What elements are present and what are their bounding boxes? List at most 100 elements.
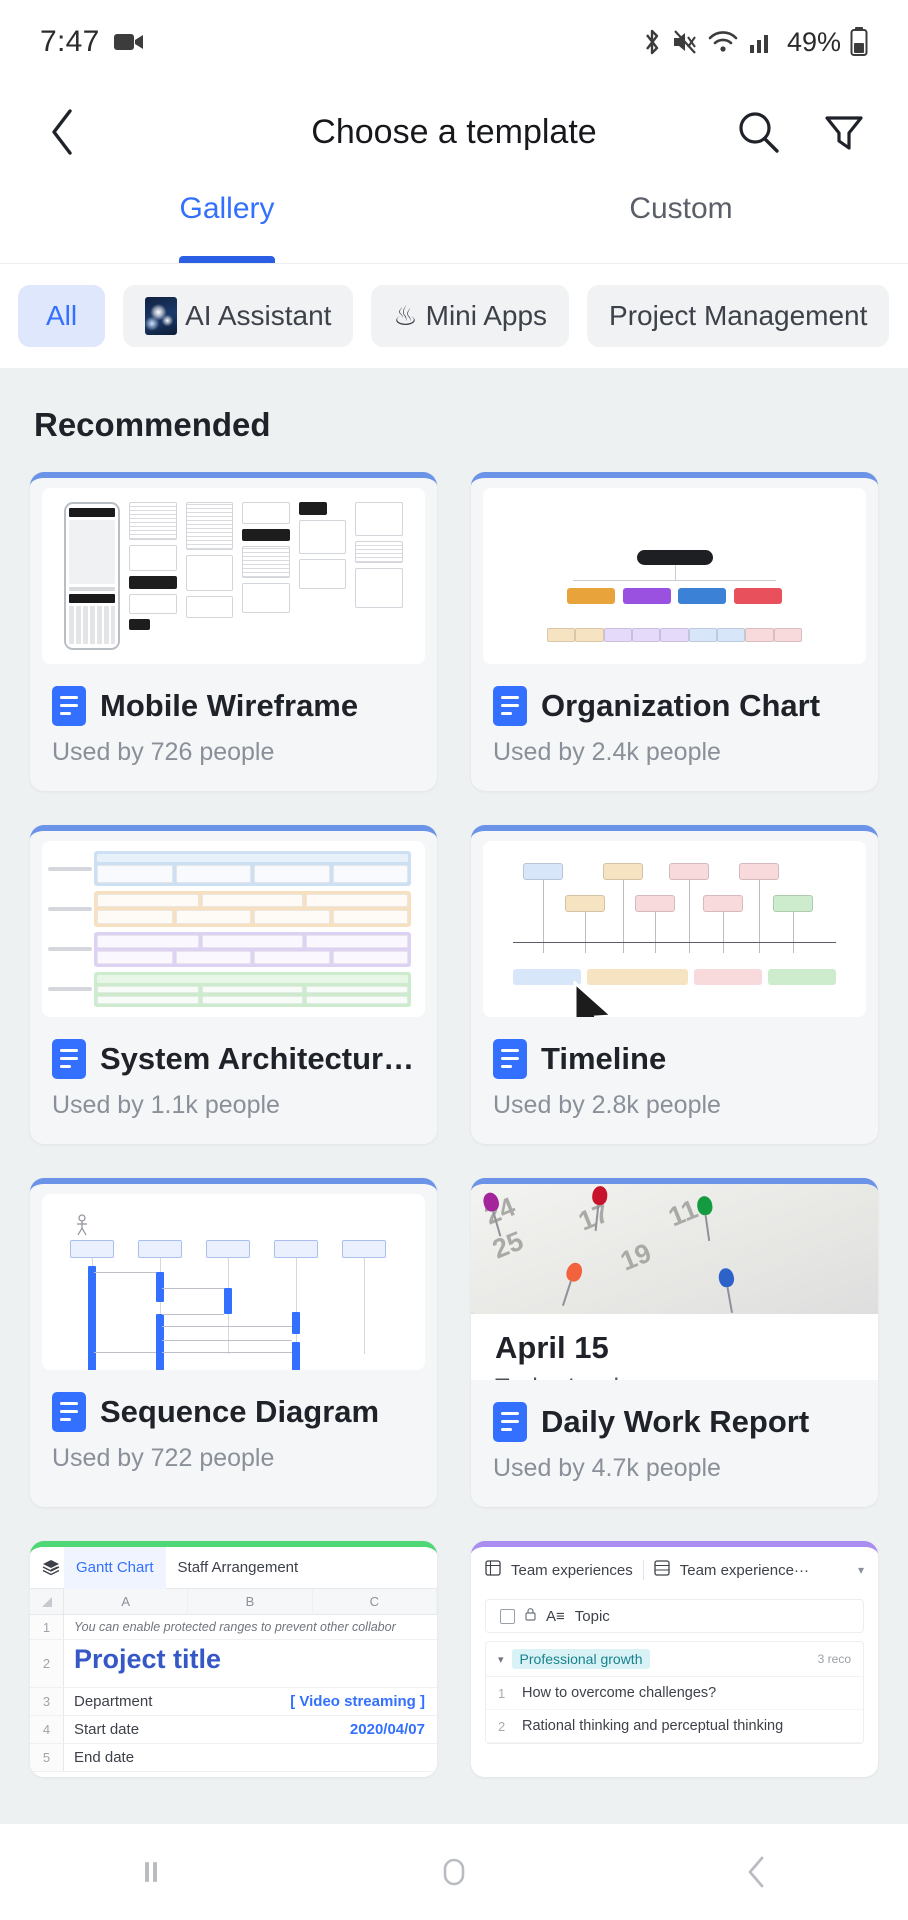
row-number: 2 <box>30 1640 64 1687</box>
row-number: 1 <box>498 1685 506 1701</box>
nav-back-button[interactable] <box>605 1850 908 1894</box>
card-usage-count: Used by 2.8k people <box>493 1091 721 1119</box>
grid-view-icon <box>485 1560 501 1580</box>
back-button[interactable] <box>36 105 90 159</box>
card-usage-count: Used by 726 people <box>52 738 275 766</box>
chip-ai-assistant-label: AI Assistant <box>185 300 332 331</box>
card-title: Organization Chart <box>541 688 821 723</box>
card-title: Timeline <box>541 1041 667 1076</box>
cell-value: [ Video streaming ] <box>290 1693 425 1710</box>
tab-custom-label: Custom <box>629 192 733 225</box>
base-group: ▾ Professional growth 3 reco 1 How to ov… <box>485 1641 864 1744</box>
table-row[interactable]: 1 How to overcome challenges? <box>486 1677 863 1710</box>
card-usage-count: Used by 1.1k people <box>52 1091 280 1119</box>
template-gallery-content[interactable]: Recommended Mobile Wireframe Used by 726… <box>0 368 908 1824</box>
mouse-cursor-icon <box>573 981 616 1017</box>
timeline-art <box>507 859 842 999</box>
base-tab-secondary[interactable]: Team experience··· <box>680 1562 809 1579</box>
daily-report-date: April 15 <box>495 1330 609 1365</box>
text-field-icon: A≡ <box>546 1607 565 1625</box>
chip-mini-apps[interactable]: ♨ Mini Apps <box>371 285 570 347</box>
collapse-caret-icon[interactable]: ▾ <box>498 1653 504 1666</box>
nav-back-icon <box>748 1856 764 1888</box>
home-icon <box>443 1858 465 1886</box>
filter-button[interactable] <box>816 104 872 160</box>
sheet-tab-gantt[interactable]: Gantt Chart <box>64 1547 166 1589</box>
status-bar-left: 7:47 <box>40 25 144 59</box>
table-row[interactable]: 2 Rational thinking and perceptual think… <box>486 1710 863 1743</box>
pushpin-green <box>696 1195 717 1241</box>
thumbnail-organization-chart <box>483 488 866 664</box>
template-card-system-architecture[interactable]: System Architecture ... Used by 1.1k peo… <box>30 825 437 1144</box>
chevron-down-icon[interactable]: ▾ <box>858 1563 864 1577</box>
select-all-corner[interactable] <box>30 1589 64 1614</box>
cellular-signal-icon <box>748 29 774 55</box>
template-card-mobile-wireframe[interactable]: Mobile Wireframe Used by 726 people <box>30 472 437 791</box>
org-chart-art <box>483 488 866 664</box>
cell-key: Start date <box>74 1721 140 1738</box>
chip-project-management-label: Project Management <box>609 300 868 331</box>
mute-icon <box>672 28 698 56</box>
tab-custom[interactable]: Custom <box>454 180 908 263</box>
thumbnail-mobile-wireframe <box>42 488 425 664</box>
sheet-tab-staff[interactable]: Staff Arrangement <box>166 1547 311 1589</box>
search-button[interactable] <box>730 104 786 160</box>
thumbnail-sequence-diagram <box>42 1194 425 1370</box>
field-name-topic: Topic <box>574 1607 610 1625</box>
category-chip-row[interactable]: All AI Assistant ♨ Mini Apps Project Man… <box>0 264 908 368</box>
hot-springs-icon: ♨ <box>393 300 418 331</box>
document-icon <box>493 1039 527 1079</box>
cell-project-title: Project title <box>74 1644 222 1674</box>
template-source-tabs: Gallery Custom <box>0 180 908 264</box>
chip-ai-assistant[interactable]: AI Assistant <box>123 285 354 347</box>
template-card-organization-chart[interactable]: Organization Chart Used by 2.4k people <box>471 472 878 791</box>
status-bar: 7:47 49% <box>0 0 908 84</box>
tab-gallery[interactable]: Gallery <box>0 180 454 263</box>
column-header-b: B <box>188 1589 313 1614</box>
filter-icon <box>825 116 863 150</box>
card-label-row: Sequence Diagram <box>30 1370 437 1432</box>
column-header-a: A <box>64 1589 189 1614</box>
app-bar-actions <box>730 104 872 160</box>
architecture-layer-labels <box>48 851 92 1007</box>
actor-stick-figure-icon <box>77 1214 87 1236</box>
chip-all[interactable]: All <box>18 285 106 347</box>
recents-button[interactable] <box>0 1852 303 1892</box>
card-title: System Architecture ... <box>100 1041 415 1076</box>
document-icon <box>493 1402 527 1442</box>
wifi-icon <box>707 29 739 55</box>
chip-project-management[interactable]: Project Management <box>587 285 890 347</box>
row-select-checkbox[interactable] <box>500 1608 515 1624</box>
system-navigation-bar <box>0 1824 908 1920</box>
template-card-team-experiences[interactable]: Team experiences Team experience··· ▾ A≡… <box>471 1541 878 1777</box>
group-header-row[interactable]: ▾ Professional growth 3 reco <box>486 1642 863 1677</box>
row-number: 2 <box>498 1718 506 1734</box>
document-icon <box>52 1392 86 1432</box>
status-time: 7:47 <box>40 25 100 58</box>
lock-icon <box>525 1607 536 1625</box>
thumbnail-team-experiences: Team experiences Team experience··· ▾ A≡… <box>471 1547 878 1777</box>
thumbnail-timeline <box>483 841 866 1017</box>
wireframe-art <box>64 502 403 650</box>
cell-key: Department <box>74 1693 153 1710</box>
spreadsheet-row: 1 You can enable protected ranges to pre… <box>30 1615 437 1640</box>
org-root-node <box>636 550 713 565</box>
pushpin-orange <box>557 1260 585 1307</box>
template-card-sequence-diagram[interactable]: Sequence Diagram Used by 722 people <box>30 1178 437 1507</box>
template-card-gantt-chart[interactable]: Gantt Chart Staff Arrangement A B C 1 Yo… <box>30 1541 437 1777</box>
spreadsheet-row: 5 End date <box>30 1744 437 1772</box>
card-label-row: Timeline <box>471 1017 878 1079</box>
bluetooth-icon <box>641 27 663 57</box>
card-label-row: Organization Chart <box>471 664 878 726</box>
layers-icon <box>38 1559 64 1577</box>
document-icon <box>52 686 86 726</box>
base-tab-primary[interactable]: Team experiences <box>511 1562 633 1579</box>
template-card-timeline[interactable]: Timeline Used by 2.8k people <box>471 825 878 1144</box>
tab-divider <box>642 1560 644 1580</box>
chip-mini-apps-label: Mini Apps <box>425 300 548 331</box>
recents-icon <box>145 1862 158 1882</box>
home-button[interactable] <box>303 1850 606 1894</box>
cell-key: End date <box>74 1749 135 1766</box>
template-card-daily-work-report[interactable]: 25 17 19 11 24 April 15 Daily Work Repor… <box>471 1178 878 1507</box>
card-usage-count: Used by 4.7k people <box>493 1454 721 1482</box>
